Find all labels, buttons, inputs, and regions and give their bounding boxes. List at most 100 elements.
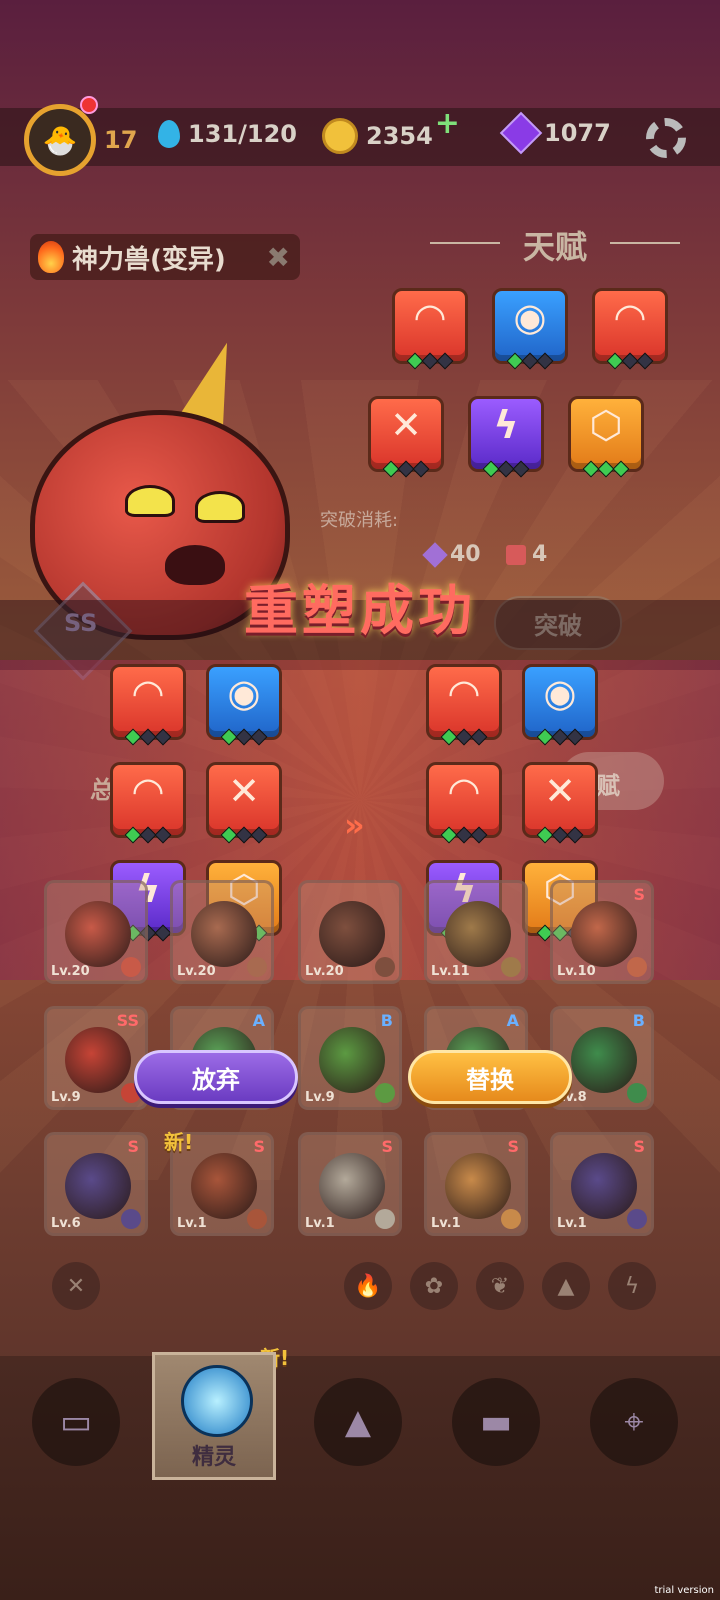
spirit-ball-icon <box>181 1365 253 1437</box>
card-rank: A <box>506 1011 519 1030</box>
monster-card[interactable]: Lv.20 <box>298 880 402 984</box>
monster-eye-left <box>125 485 175 517</box>
monster-card[interactable]: S Lv.6 <box>44 1132 148 1236</box>
cost-gem: 40 <box>422 541 481 568</box>
notification-dot <box>80 96 98 114</box>
filter-lightning-icon[interactable]: ϟ <box>608 1262 656 1310</box>
talent-level-dots <box>220 826 268 844</box>
monster-card[interactable]: SS Lv.9 <box>44 1006 148 1110</box>
filter-mountain-icon[interactable]: ▲ <box>542 1262 590 1310</box>
element-icon <box>375 1083 395 1103</box>
monster-portrait <box>445 1153 511 1219</box>
claw-icon: ◠ <box>615 295 645 339</box>
talent-level-dots <box>440 728 488 746</box>
monster-portrait <box>571 1153 637 1219</box>
element-icon <box>121 1209 141 1229</box>
add-coins-icon[interactable]: + <box>435 106 460 141</box>
monster-portrait <box>571 901 637 967</box>
nav-backpack-icon[interactable]: ▭ <box>32 1378 120 1466</box>
talent-level-dots <box>406 352 454 370</box>
card-level: Lv.1 <box>557 1216 587 1231</box>
nav-tab-spirits[interactable]: 精灵 <box>152 1352 276 1480</box>
cross-slash-icon: ✕ <box>228 769 260 813</box>
nav-mountain-icon[interactable]: ▲ <box>314 1378 402 1466</box>
cross-slash-icon: ✕ <box>544 769 576 813</box>
card-row-1: Lv.20 Lv.20 Lv.20 Lv.11 S Lv.10 <box>0 880 720 990</box>
card-rank: S <box>381 1137 393 1156</box>
element-icon <box>627 957 647 977</box>
talent-level-dots <box>536 728 584 746</box>
monster-card[interactable]: S Lv.10 <box>550 880 654 984</box>
talent-slot-5[interactable]: ϟ <box>468 396 544 478</box>
card-rank: S <box>633 885 645 904</box>
monster-card[interactable]: S Lv.1 <box>298 1132 402 1236</box>
filter-flower-icon[interactable]: ✿ <box>410 1262 458 1310</box>
card-rank: S <box>253 1137 265 1156</box>
abandon-button[interactable]: 放弃 <box>134 1050 298 1104</box>
card-rank: B <box>632 1011 645 1030</box>
card-level: Lv.10 <box>557 964 596 979</box>
talent-level-dots <box>440 826 488 844</box>
monster-name-tag: 神力兽(变异) ✖ <box>30 234 300 280</box>
card-level: Lv.20 <box>177 964 216 979</box>
player-level-value: 17 <box>104 126 138 154</box>
monster-portrait <box>191 901 257 967</box>
claw-icon: ◠ <box>449 671 479 715</box>
trial-watermark: trial version <box>654 1585 714 1596</box>
monster-portrait <box>319 901 385 967</box>
lightning-icon: ϟ <box>493 403 519 447</box>
new-talent-1: ◠ <box>426 664 502 746</box>
card-level: Lv.9 <box>305 1090 335 1105</box>
cost-item: 4 <box>506 542 547 567</box>
element-icon <box>121 957 141 977</box>
talent-slot-6[interactable]: ⬡ <box>568 396 644 478</box>
monster-card[interactable]: Lv.20 <box>170 880 274 984</box>
nav-chest-icon[interactable]: ▬ <box>452 1378 540 1466</box>
element-icon <box>627 1083 647 1103</box>
coin-icon <box>322 118 358 154</box>
element-icon <box>375 1209 395 1229</box>
card-level: Lv.1 <box>431 1216 461 1231</box>
eye-icon: ◉ <box>513 295 547 339</box>
talent-level-dots <box>382 460 430 478</box>
monster-card[interactable]: Lv.11 <box>424 880 528 984</box>
card-rank: SS <box>116 1011 139 1030</box>
monster-card[interactable]: S Lv.1 <box>424 1132 528 1236</box>
gem-value: 1077 <box>544 119 611 147</box>
item-icon <box>506 544 526 565</box>
old-talent-1: ◠ <box>110 664 186 746</box>
talent-slot-4[interactable]: ✕ <box>368 396 444 478</box>
filter-fire-icon[interactable]: 🔥 <box>344 1262 392 1310</box>
card-rank: B <box>380 1011 393 1030</box>
player-level[interactable]: 🐣 17 <box>24 104 137 176</box>
eye-icon: ◉ <box>227 671 261 715</box>
filter-leaf-icon[interactable]: ❦ <box>476 1262 524 1310</box>
transform-arrow-icon: » <box>344 806 365 844</box>
new-talent-2: ◉ <box>522 664 598 746</box>
monster-portrait <box>191 1153 257 1219</box>
monster-card[interactable]: S Lv.1 <box>550 1132 654 1236</box>
talent-slot-1[interactable]: ◠ <box>392 288 468 370</box>
replace-button[interactable]: 替换 <box>408 1050 572 1104</box>
talent-level-dots <box>220 728 268 746</box>
card-level: Lv.6 <box>51 1216 81 1231</box>
settings-button[interactable] <box>646 118 686 158</box>
talent-level-dots <box>506 352 554 370</box>
player-avatar[interactable]: 🐣 <box>24 104 96 176</box>
claw-icon: ◠ <box>133 671 163 715</box>
monster-card[interactable]: B Lv.9 <box>298 1006 402 1110</box>
talent-level-dots <box>582 460 630 478</box>
element-icon <box>247 957 267 977</box>
card-row-3: S Lv.6 S Lv.1 S Lv.1 S Lv.1 S Lv.1 <box>0 1132 720 1242</box>
close-icon[interactable]: ✖ <box>267 241 290 274</box>
talent-slot-3[interactable]: ◠ <box>592 288 668 370</box>
nav-map-pin-icon[interactable]: ⌖ <box>590 1378 678 1466</box>
filter-clear-icon[interactable]: ✕ <box>52 1262 100 1310</box>
coin-counter: 2354 + <box>322 106 460 154</box>
monster-portrait <box>445 901 511 967</box>
card-level: Lv.20 <box>305 964 344 979</box>
talent-slot-2[interactable]: ◉ <box>492 288 568 370</box>
monster-name: 神力兽(变异) <box>72 244 226 275</box>
energy-counter: 131/120 <box>158 120 297 148</box>
monster-card[interactable]: Lv.20 <box>44 880 148 984</box>
